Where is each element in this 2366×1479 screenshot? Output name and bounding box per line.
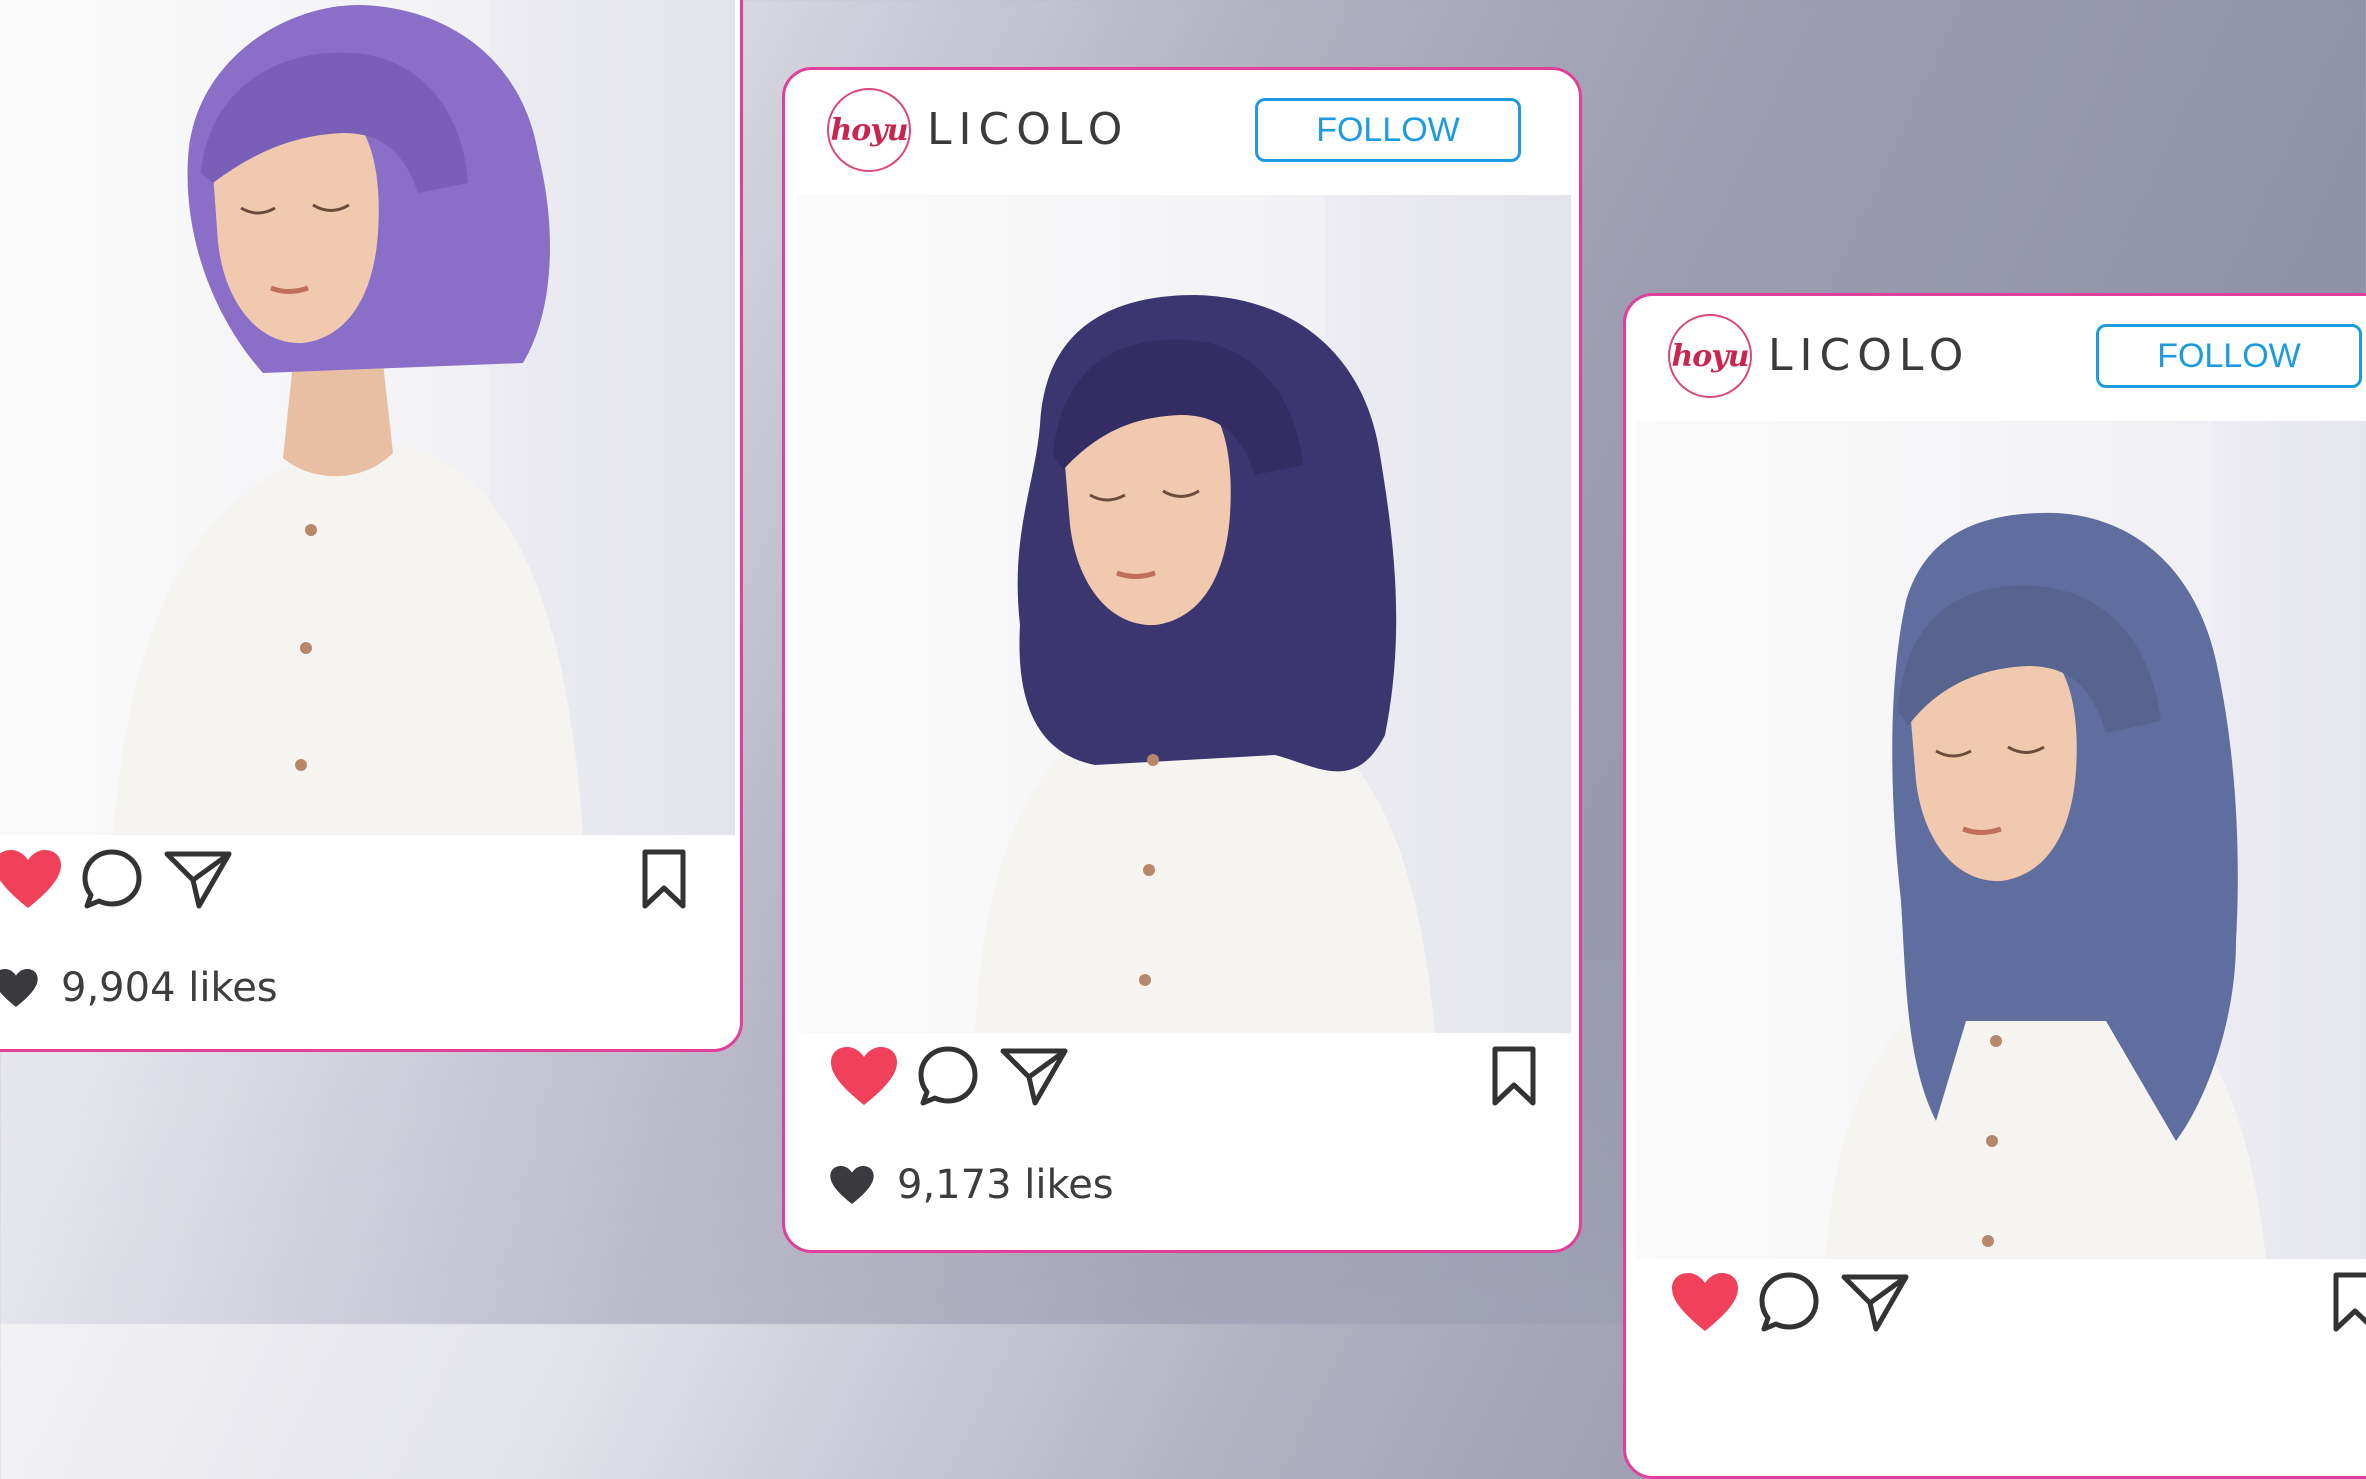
brand-logo-text: hoyu [830,112,908,148]
bookmark-icon[interactable] [1489,1045,1539,1107]
likes-row: 9,173 likes [829,1155,1114,1215]
likes-row: 9,904 likes [0,958,278,1018]
portrait-wavy-indigo [975,295,1435,1033]
share-icon[interactable] [163,848,233,910]
heart-icon[interactable] [0,848,63,910]
likes-heart-icon [830,1165,874,1205]
brand-name[interactable]: LICOLO [927,104,1129,155]
post-card-left: 9,904 likes [0,0,743,1052]
brand-name[interactable]: LICOLO [1768,330,1970,381]
comment-icon[interactable] [917,1045,979,1107]
post-card-middle: hoyu LICOLO FOLLOW 9,173 likes [782,67,1582,1253]
follow-button[interactable]: FOLLOW [1255,98,1521,162]
post-header: hoyu LICOLO FOLLOW [785,70,1579,195]
portrait-long-blue [1826,512,2266,1259]
post-photo[interactable] [795,195,1571,1033]
post-card-right: hoyu LICOLO FOLLOW [1623,293,2366,1479]
bookmark-icon[interactable] [639,848,689,910]
likes-heart-icon [0,968,38,1008]
brand-logo[interactable]: hoyu [827,88,911,172]
portrait-bob-purple [113,4,583,835]
brand-logo[interactable]: hoyu [1668,314,1752,398]
heart-icon[interactable] [829,1045,899,1107]
comment-icon[interactable] [81,848,143,910]
post-photo[interactable] [0,0,735,835]
brand-logo-text: hoyu [1671,338,1749,374]
post-actions [829,1045,1539,1125]
likes-count: 9,904 likes [61,965,278,1011]
likes-count: 9,173 likes [897,1162,1114,1208]
post-actions [1670,1271,2366,1351]
post-actions [0,848,703,928]
post-header: hoyu LICOLO FOLLOW [1626,296,2366,421]
share-icon[interactable] [999,1045,1069,1107]
follow-button[interactable]: FOLLOW [2096,324,2362,388]
post-photo[interactable] [1636,421,2366,1259]
